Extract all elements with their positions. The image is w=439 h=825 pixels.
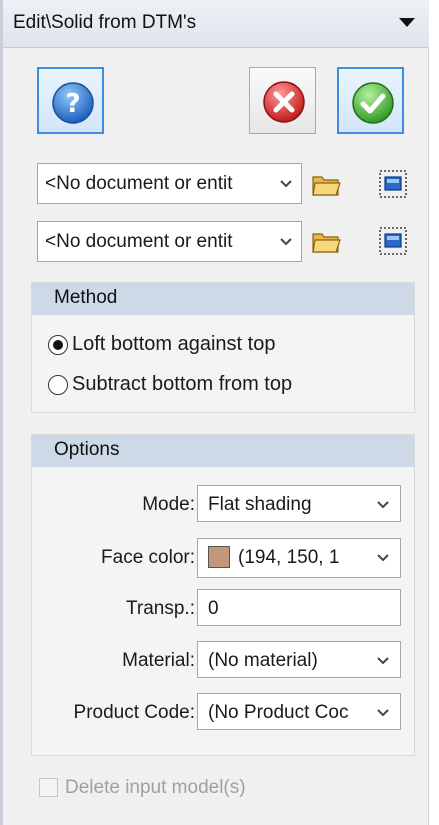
select-window-icon [379,227,407,255]
panel: Edit\Solid from DTM's ? <No document or … [0,0,429,825]
ok-button[interactable] [337,67,404,134]
folder-icon [312,233,341,253]
face-color-select[interactable]: (194, 150, 1 [197,538,401,578]
svg-text:?: ? [65,89,80,119]
delete-input-label: Delete input model(s) [65,777,246,798]
mode-select[interactable]: Flat shading [197,485,401,522]
product-code-value: (No Product Coc [208,702,349,723]
select-window-icon [379,170,407,198]
chevron-down-icon [280,180,292,188]
material-select[interactable]: (No material) [197,641,401,678]
cancel-icon [263,81,305,123]
material-value: (No material) [208,650,318,671]
document-select-1-value: <No document or entit [45,173,233,194]
chevron-down-icon [377,554,389,562]
help-icon: ? [52,82,94,124]
color-swatch [208,546,230,568]
chevron-down-icon [280,238,292,246]
mode-label: Mode: [142,494,195,515]
face-color-label: Face color: [101,547,195,568]
transparency-label: Transp.: [126,598,195,619]
chevron-down-icon [377,709,389,717]
folder-icon [312,176,341,196]
browse-folder-button-1[interactable] [310,168,342,200]
radio-loft-label: Loft bottom against top [72,333,276,355]
radio-subtract-label: Subtract bottom from top [72,373,293,395]
radio-loft-dot[interactable] [48,335,68,355]
radio-subtract-dot[interactable] [48,375,68,395]
cancel-button[interactable] [249,67,316,134]
document-select-1[interactable]: <No document or entit [37,163,302,204]
product-code-label: Product Code: [73,702,195,723]
transparency-value: 0 [208,598,219,619]
document-select-2[interactable]: <No document or entit [37,221,302,262]
dropdown-arrow-icon[interactable] [399,18,415,27]
transparency-input[interactable]: 0 [197,589,401,626]
product-code-select[interactable]: (No Product Coc [197,693,401,730]
delete-input-checkbox[interactable] [39,778,58,797]
method-group: Method Loft bottom against top Subtract … [31,282,415,413]
help-button[interactable]: ? [37,67,104,134]
panel-title: Edit\Solid from DTM's [13,12,197,33]
method-header: Method [32,283,414,315]
mode-value: Flat shading [208,494,312,515]
pick-window-button-1[interactable] [377,168,409,200]
browse-folder-button-2[interactable] [310,225,342,257]
face-color-value: (194, 150, 1 [238,547,340,568]
pick-window-button-2[interactable] [377,225,409,257]
material-label: Material: [122,650,195,671]
ok-check-icon [352,82,394,124]
options-header: Options [32,435,414,467]
chevron-down-icon [377,501,389,509]
chevron-down-icon [377,657,389,665]
document-select-2-value: <No document or entit [45,231,233,252]
panel-titlebar[interactable]: Edit\Solid from DTM's [3,0,429,48]
